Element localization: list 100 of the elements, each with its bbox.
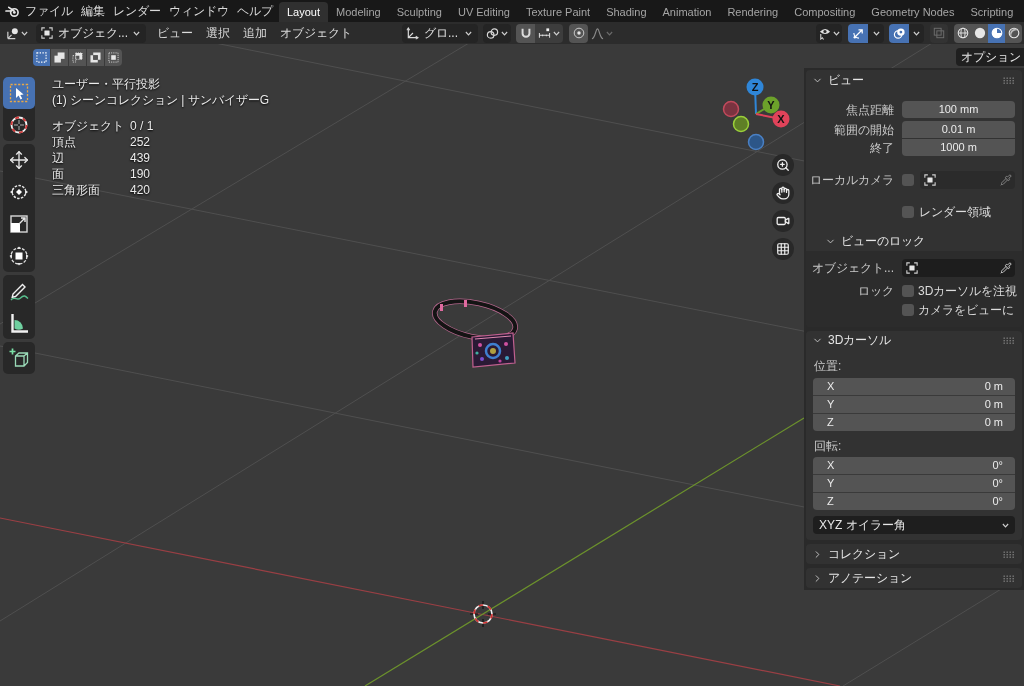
object-field[interactable]: [920, 171, 1015, 189]
overlapping-squares-icon: [933, 27, 945, 39]
workspace-tab[interactable]: Scripting: [962, 2, 1022, 22]
movie-camera-icon: [776, 214, 790, 228]
panel-header[interactable]: アノテーション: [806, 568, 912, 588]
collection-name: (1) シーンコレクション | サンバイザーG: [52, 92, 270, 108]
menu-item[interactable]: 選択: [200, 23, 236, 43]
panel-header[interactable]: ビューのロック: [819, 231, 925, 251]
xray-toggle[interactable]: [930, 23, 948, 43]
checkbox[interactable]: [902, 174, 914, 186]
workspace-tab[interactable]: Rendering: [719, 2, 787, 22]
ruler-angle-icon: [8, 312, 30, 334]
zoom-button[interactable]: [772, 154, 794, 176]
workspace-tab[interactable]: Compositing: [786, 2, 864, 22]
checkbox-label: レンダー領域: [919, 205, 991, 219]
number-field[interactable]: X 0°: [813, 457, 1015, 474]
workspace-tab[interactable]: Modeling: [328, 2, 389, 22]
caret-icon: [20, 30, 28, 36]
navigation-gizmo[interactable]: [722, 78, 790, 152]
select-box-tool[interactable]: [3, 77, 35, 109]
scale-square-icon: [8, 213, 30, 235]
overlays-toggle[interactable]: [889, 23, 909, 43]
snap-toggle[interactable]: [516, 23, 535, 43]
workspace-tab[interactable]: Texture Paint: [517, 2, 599, 22]
number-field[interactable]: X 0 m: [813, 378, 1015, 395]
workspace-tab[interactable]: Geometry Nodes: [863, 2, 963, 22]
shading-mode-button[interactable]: [971, 23, 988, 43]
object-field[interactable]: [902, 259, 1015, 277]
select-mode-button[interactable]: [33, 48, 50, 66]
workspace-tab[interactable]: Layout: [279, 2, 329, 22]
menu-item[interactable]: 追加: [237, 23, 273, 43]
axes-icon: [406, 26, 419, 40]
panel-header[interactable]: コレクション: [806, 544, 900, 564]
menu-item[interactable]: オブジェクト: [274, 23, 358, 43]
caret-icon: [501, 30, 508, 36]
workspace-tab[interactable]: Shading: [598, 2, 655, 22]
pivot-dropdown[interactable]: [483, 23, 511, 43]
workspace-tab[interactable]: UV Editing: [449, 2, 518, 22]
overlays-dropdown[interactable]: [909, 23, 924, 43]
mode-dropdown[interactable]: オブジェク...: [36, 23, 146, 43]
shading-mode-button[interactable]: [1005, 23, 1022, 43]
panel-header[interactable]: ビュー: [806, 70, 864, 90]
rotation-mode-dropdown[interactable]: XYZ オイラー角: [813, 516, 1015, 534]
linked-circles-icon: [486, 26, 499, 40]
number-field[interactable]: 1000 m: [902, 139, 1015, 156]
pan-button[interactable]: [772, 182, 794, 204]
grip-icon: [1003, 76, 1015, 84]
framed-square-icon: [906, 262, 918, 274]
menu-item[interactable]: ウィンドウ: [165, 1, 233, 21]
projection-toggle-button[interactable]: [772, 238, 794, 260]
field-label: ロック: [857, 284, 894, 298]
menu-item[interactable]: ヘルプ: [233, 1, 277, 21]
view-name: ユーザー・平行投影: [52, 76, 161, 92]
menu-item[interactable]: ファイル: [21, 1, 77, 21]
eyedropper-icon[interactable]: [1000, 174, 1012, 186]
select-mode-button[interactable]: [51, 48, 68, 66]
difference-squares-icon: [90, 51, 101, 63]
gizmo-toggle[interactable]: [848, 23, 868, 43]
checkbox[interactable]: [902, 206, 914, 218]
orientation-dropdown[interactable]: グロ...: [402, 23, 478, 43]
proportional-editing-toggle[interactable]: [569, 23, 588, 43]
number-field[interactable]: Y 0°: [813, 475, 1015, 492]
move-arrows-icon: [9, 150, 29, 170]
stat-label: 頂点: [52, 134, 77, 150]
workspace-tab[interactable]: Animation: [654, 2, 720, 22]
camera-view-button[interactable]: [772, 210, 794, 232]
hand-icon: [776, 186, 790, 200]
caret-icon: [133, 30, 140, 36]
stat-label: 面: [52, 166, 65, 182]
menu-item[interactable]: ビュー: [151, 23, 199, 43]
zoom-in-icon: [776, 158, 790, 172]
options-button[interactable]: オプション: [956, 48, 1024, 66]
menu-item[interactable]: 編集: [77, 1, 109, 21]
number-field[interactable]: 0.01 m: [902, 121, 1015, 138]
number-field[interactable]: 100 mm: [902, 101, 1015, 118]
number-field[interactable]: Z 0°: [813, 493, 1015, 510]
blender-logo-icon[interactable]: [5, 4, 20, 18]
stacked-squares-icon: [54, 51, 65, 63]
eyedropper-icon[interactable]: [1000, 262, 1012, 274]
workspace-tab[interactable]: Sculpting: [388, 2, 450, 22]
select-mode-button[interactable]: [105, 48, 122, 66]
field-label: 焦点距離: [845, 102, 894, 117]
snap-target-dropdown[interactable]: [535, 23, 563, 43]
number-field[interactable]: Y 0 m: [813, 396, 1015, 413]
select-mode-button[interactable]: [87, 48, 104, 66]
checkbox[interactable]: [902, 285, 914, 297]
stat-value: 252: [130, 134, 151, 150]
gizmo-dropdown[interactable]: [868, 23, 884, 43]
visibility-dropdown[interactable]: [816, 23, 842, 43]
shading-mode-button[interactable]: [954, 23, 971, 43]
number-field[interactable]: Z 0 m: [813, 414, 1015, 431]
caret-icon: [833, 30, 840, 36]
globe-icon: [956, 27, 969, 39]
checkbox[interactable]: [902, 304, 914, 316]
menu-item[interactable]: レンダー: [109, 1, 165, 21]
select-mode-button[interactable]: [69, 48, 86, 66]
caret-icon: [913, 30, 920, 36]
shading-mode-button[interactable]: [988, 23, 1005, 43]
panel-header[interactable]: 3Dカーソル: [806, 331, 892, 349]
increment-icon: [538, 26, 551, 40]
